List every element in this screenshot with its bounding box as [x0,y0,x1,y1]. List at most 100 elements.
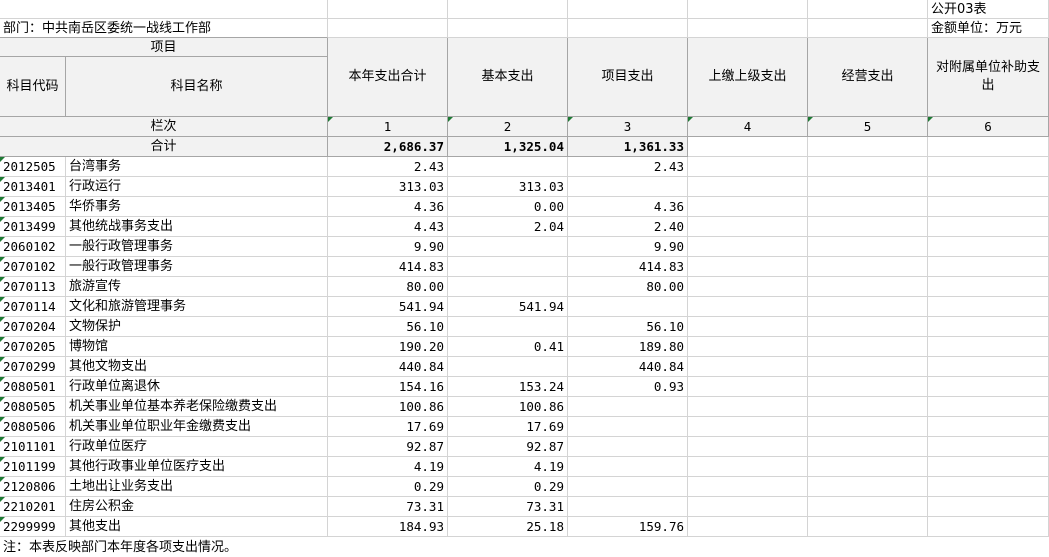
cell-project: 159.76 [568,517,688,537]
cell-text: 154.16 [398,379,444,394]
cell-text: 台湾事务 [69,159,122,174]
blank-cell [688,217,808,237]
blank-cell [688,517,808,537]
blank-cell [928,137,1049,157]
cell-project: 0.93 [568,377,688,397]
cell-total: 4.43 [328,217,448,237]
cell-text: 一般行政管理事务 [69,259,174,274]
cell-text: 2070114 [3,299,56,314]
cell-project: 9.90 [568,237,688,257]
blank-cell [568,19,688,38]
cell-name: 台湾事务 [66,157,328,177]
blank-cell [928,177,1049,197]
cell-code: 2013405 [0,197,66,217]
cell-text: 0.00 [533,199,564,214]
cell-text: 4.36 [413,199,444,214]
cell-total: 190.20 [328,337,448,357]
header-project-expense: 项目支出 [568,38,688,117]
index-5-text: 5 [863,119,872,134]
cell-name: 其他统战事务支出 [66,217,328,237]
cell-text: 4.43 [413,219,444,234]
cell-text: 313.03 [398,179,444,194]
error-indicator-icon [0,377,5,382]
blank-cell [928,397,1049,417]
index-1-text: 1 [383,119,392,134]
blank-cell [928,157,1049,177]
cell-basic: 4.19 [448,457,568,477]
cell-code: 2013401 [0,177,66,197]
cell-text: 博物馆 [69,339,109,354]
cell-code: 2080501 [0,377,66,397]
blank-cell [688,137,808,157]
cell-text: 2070205 [3,339,56,354]
cell-basic: 0.41 [448,337,568,357]
blank-cell [688,19,808,38]
cell-basic: 25.18 [448,517,568,537]
blank-cell [928,377,1049,397]
blank-cell [928,237,1049,257]
cell-text: 17.69 [406,419,444,434]
blank-cell [808,417,928,437]
blank-cell [688,0,808,19]
header-basic-text: 基本支出 [481,69,534,84]
cell-name: 文化和旅游管理事务 [66,297,328,317]
cell-basic [448,317,568,337]
cell-name: 行政单位离退休 [66,377,328,397]
cell-text: 80.00 [406,279,444,294]
blank-cell [808,317,928,337]
cell-text: 2.43 [653,159,684,174]
cell-code: 2060102 [0,237,66,257]
blank-cell [688,477,808,497]
cell-total: 92.87 [328,437,448,457]
blank-cell [808,337,928,357]
cell-text: 541.94 [398,299,444,314]
blank-cell [688,457,808,477]
index-4: 4 [688,117,808,137]
cell-name: 博物馆 [66,337,328,357]
cell-name: 旅游宣传 [66,277,328,297]
cell-code: 2070113 [0,277,66,297]
error-indicator-icon [0,397,5,402]
blank-cell [688,337,808,357]
blank-cell [688,317,808,337]
cell-text: 73.31 [526,499,564,514]
cell-text: 2.04 [533,219,564,234]
cell-text: 2070113 [3,279,56,294]
blank-cell [928,257,1049,277]
error-indicator-icon [0,457,5,462]
cell-name: 行政单位医疗 [66,437,328,457]
cell-text: 440.84 [638,359,684,374]
blank-cell [928,217,1049,237]
blank-cell [328,19,448,38]
cell-text: 153.24 [518,379,564,394]
cell-basic [448,237,568,257]
blank-cell [808,357,928,377]
error-indicator-icon [0,197,5,202]
blank-cell [688,157,808,177]
cell-total: 17.69 [328,417,448,437]
blank-cell [688,197,808,217]
cell-name: 其他行政事业单位医疗支出 [66,457,328,477]
cell-name: 华侨事务 [66,197,328,217]
blank-cell [928,297,1049,317]
blank-cell [928,337,1049,357]
form-number: 公开03表 [928,0,1049,19]
error-indicator-icon [0,217,5,222]
error-indicator-icon [0,257,5,262]
blank-cell [808,157,928,177]
cell-text: 80.00 [646,279,684,294]
cell-code: 2070299 [0,357,66,377]
blank-cell [688,417,808,437]
cell-total: 56.10 [328,317,448,337]
cell-basic: 0.29 [448,477,568,497]
blank-cell [928,197,1049,217]
index-6: 6 [928,117,1049,137]
cell-text: 4.36 [653,199,684,214]
header-business: 经营支出 [808,38,928,117]
cell-total: 100.86 [328,397,448,417]
cell-text: 2210201 [3,499,56,514]
cell-text: 100.86 [398,399,444,414]
cell-basic [448,277,568,297]
cell-code: 2080505 [0,397,66,417]
blank-cell [808,437,928,457]
